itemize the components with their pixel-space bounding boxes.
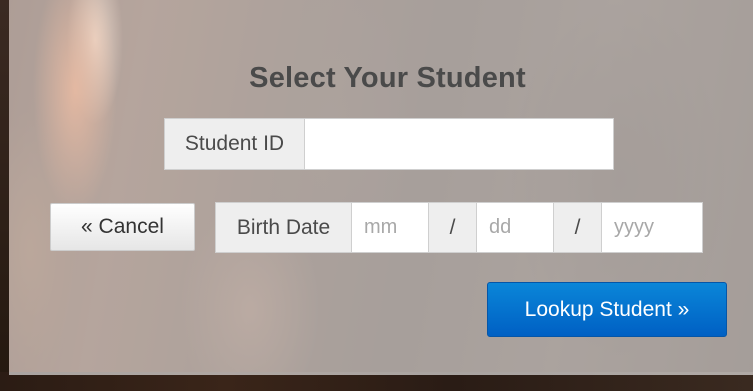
date-separator-2: /	[553, 202, 602, 253]
cancel-button[interactable]: « Cancel	[50, 203, 195, 251]
date-separator-1: /	[428, 202, 477, 253]
lookup-student-button-label: Lookup Student »	[524, 297, 690, 321]
cancel-button-label: « Cancel	[81, 215, 164, 238]
date-separator-1-text: /	[449, 215, 456, 239]
birth-year-placeholder: yyyy	[614, 216, 654, 238]
date-separator-2-text: /	[574, 215, 581, 239]
student-id-input[interactable]	[304, 118, 614, 170]
panel-bottom-border	[9, 372, 753, 375]
birth-month-placeholder: mm	[364, 216, 398, 238]
student-id-label-text: Student ID	[184, 132, 285, 155]
birth-year-input[interactable]: yyyy	[601, 202, 703, 253]
left-edge-frame	[0, 0, 9, 391]
background-photo: Select Your Student Student ID « Cancel …	[0, 0, 753, 391]
birth-day-input[interactable]: dd	[476, 202, 554, 253]
birth-date-label-text: Birth Date	[236, 215, 331, 239]
page-title: Select Your Student	[249, 62, 526, 94]
birth-date-label: Birth Date	[215, 202, 352, 253]
student-id-label: Student ID	[164, 118, 305, 170]
birth-month-input[interactable]: mm	[351, 202, 429, 253]
birth-day-placeholder: dd	[489, 216, 512, 238]
lookup-student-button[interactable]: Lookup Student »	[487, 282, 727, 337]
